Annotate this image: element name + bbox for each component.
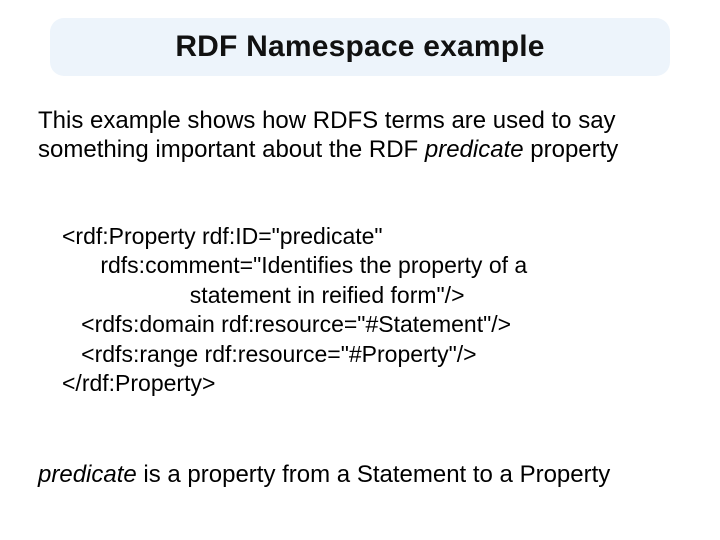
code-line-2: rdfs:comment="Identifies the property of… — [62, 251, 668, 280]
slide: RDF Namespace example This example shows… — [0, 0, 720, 540]
slide-title: RDF Namespace example — [175, 30, 544, 64]
intro-italic: predicate — [425, 136, 524, 163]
code-block: <rdf:Property rdf:ID="predicate" rdfs:co… — [62, 222, 668, 399]
code-line-3: statement in reified form"/> — [62, 281, 668, 310]
footer-italic: predicate — [38, 461, 137, 488]
code-line-1: <rdf:Property rdf:ID="predicate" — [62, 222, 668, 251]
footer-paragraph: predicate is a property from a Statement… — [38, 460, 682, 489]
intro-paragraph: This example shows how RDFS terms are us… — [38, 106, 682, 165]
title-box: RDF Namespace example — [50, 18, 670, 76]
code-line-5: <rdfs:range rdf:resource="#Property"/> — [62, 340, 668, 369]
footer-text: is a property from a Statement to a Prop… — [137, 461, 611, 488]
intro-text-2: property — [524, 136, 619, 163]
code-line-4: <rdfs:domain rdf:resource="#Statement"/> — [62, 310, 668, 339]
code-line-6: </rdf:Property> — [62, 369, 668, 398]
